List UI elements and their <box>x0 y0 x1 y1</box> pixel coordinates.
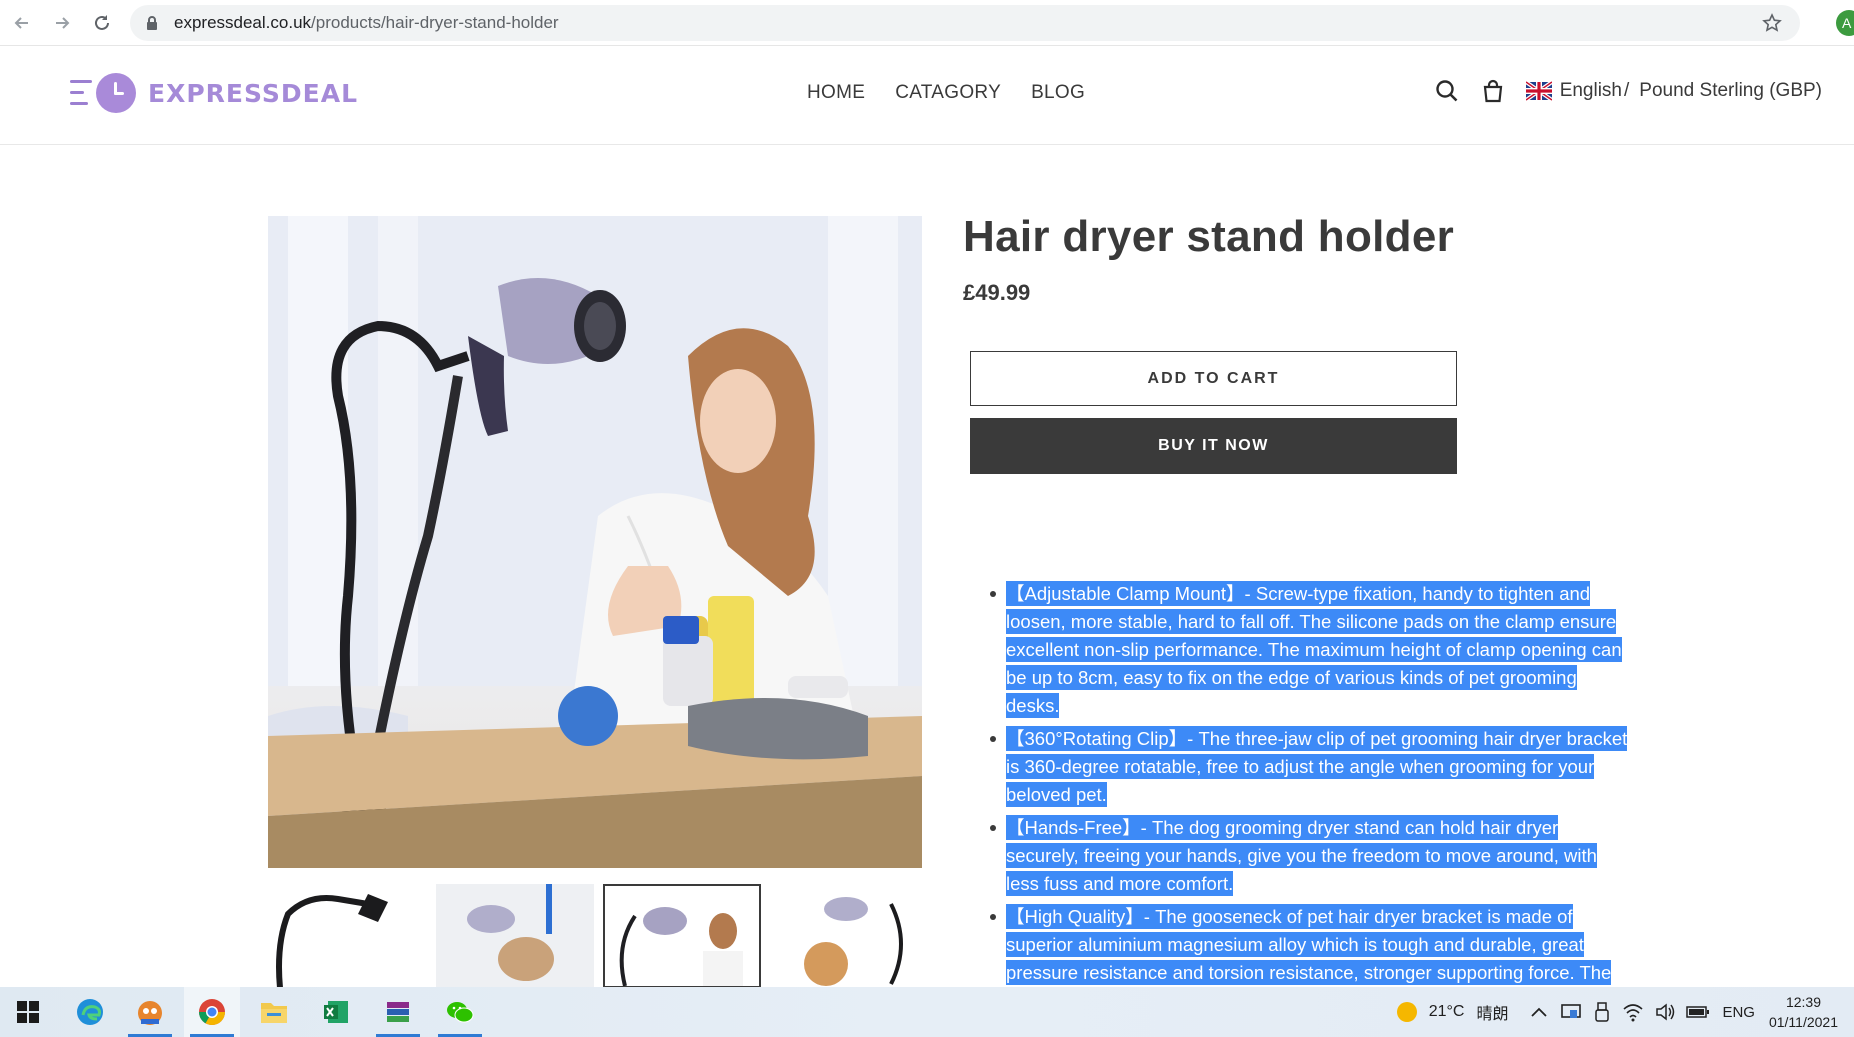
description-bullet-2: 【360°Rotating Clip】- The three-jaw clip … <box>1006 726 1628 807</box>
url-domain: expressdeal.co.uk <box>174 13 312 32</box>
weather-description[interactable]: 晴朗 <box>1476 1000 1508 1024</box>
battery-icon[interactable] <box>1686 1005 1710 1019</box>
currency-selector[interactable]: Pound Sterling (GBP) <box>1639 80 1822 102</box>
wechat-taskbar-icon[interactable] <box>432 987 488 1037</box>
reload-button[interactable] <box>82 3 122 43</box>
clock-date: 01/11/2021 <box>1768 1014 1838 1030</box>
header-utilities: English / Pound Sterling (GBP) <box>1434 78 1822 104</box>
thumbnail-1[interactable] <box>268 884 426 988</box>
language-separator: / <box>1624 80 1630 101</box>
description-bullet-1: 【Adjustable Clamp Mount】- Screw-type fix… <box>1006 581 1622 718</box>
description-bullet-4: 【High Quality】- The gooseneck of pet hai… <box>1006 904 1612 985</box>
edge-icon <box>77 999 103 1025</box>
thumbnail-image <box>804 897 903 986</box>
game-app-taskbar-icon[interactable] <box>122 987 178 1037</box>
nav-item-category[interactable]: CATAGORY <box>895 82 1001 104</box>
arrow-left-icon <box>14 16 28 29</box>
forward-button[interactable] <box>42 3 82 43</box>
list-item: 【360°Rotating Clip】- The three-jaw clip … <box>990 725 1630 809</box>
product-description-list: 【Adjustable Clamp Mount】- Screw-type fix… <box>990 580 1630 992</box>
folder-icon <box>261 1003 287 1023</box>
thumbnail-image <box>276 894 388 988</box>
nav-item-blog[interactable]: BLOG <box>1031 82 1085 104</box>
product-title: Hair dryer stand holder <box>963 212 1455 261</box>
usb-device-icon[interactable] <box>1594 1001 1610 1023</box>
windows-logo-icon <box>17 1001 39 1023</box>
bookmark-star-icon[interactable] <box>1762 13 1782 33</box>
chrome-taskbar-icon[interactable] <box>184 987 240 1037</box>
product-main-image[interactable] <box>268 216 922 868</box>
logo-lines-icon <box>70 75 92 111</box>
back-button[interactable] <box>2 3 42 43</box>
add-to-cart-button[interactable]: ADD TO CART <box>970 351 1457 406</box>
uk-flag-icon <box>1525 80 1552 102</box>
weather-temperature[interactable]: 21°C <box>1429 1003 1465 1021</box>
chevron-up-icon[interactable] <box>1530 1005 1548 1019</box>
arrow-right-icon <box>56 16 70 29</box>
archive-icon <box>387 1002 409 1022</box>
display-icon[interactable] <box>1560 1002 1582 1022</box>
thumbnail-strip <box>268 884 929 988</box>
sun-weather-icon <box>1396 1002 1417 1022</box>
thumbnail-4[interactable] <box>771 884 929 988</box>
address-bar[interactable]: expressdeal.co.uk/products/hair-dryer-st… <box>130 5 1800 41</box>
list-item: 【Hands-Free】- The dog grooming dryer sta… <box>990 814 1630 898</box>
thumbnail-image <box>436 884 594 988</box>
profile-avatar[interactable]: A <box>1836 10 1854 36</box>
winrar-taskbar-icon[interactable] <box>370 987 426 1037</box>
cartoon-app-icon <box>138 1001 162 1025</box>
language-selector[interactable]: English <box>1560 80 1622 102</box>
logo-text: EXPRESSDEAL <box>148 78 358 108</box>
nav-item-home[interactable]: HOME <box>807 82 865 104</box>
wechat-icon <box>447 1002 474 1023</box>
browser-toolbar: expressdeal.co.uk/products/hair-dryer-st… <box>0 0 1854 46</box>
product-photo <box>268 216 922 868</box>
site-logo[interactable]: EXPRESSDEAL <box>70 73 358 113</box>
volume-icon[interactable] <box>1654 1002 1676 1022</box>
cart-bag-icon[interactable] <box>1480 78 1506 104</box>
thumbnail-2[interactable] <box>436 884 594 988</box>
search-icon[interactable] <box>1434 78 1460 104</box>
thumbnail-3[interactable] <box>603 884 761 988</box>
input-language[interactable]: ENG <box>1722 1004 1755 1021</box>
excel-taskbar-icon[interactable] <box>308 987 364 1037</box>
clock-icon <box>96 73 136 113</box>
list-item: 【High Quality】- The gooseneck of pet hai… <box>990 903 1630 987</box>
site-header: EXPRESSDEAL HOME CATAGORY BLOG English /… <box>0 46 1854 145</box>
taskbar-clock[interactable]: 12:39 01/11/2021 <box>1769 992 1838 1032</box>
buy-it-now-button[interactable]: BUY IT NOW <box>970 418 1457 474</box>
main-nav: HOME CATAGORY BLOG <box>807 82 1085 104</box>
system-tray: 21°C 晴朗 ENG 12:39 01/11/2021 <box>1395 987 1854 1037</box>
file-explorer-taskbar-icon[interactable] <box>246 987 302 1037</box>
excel-icon <box>324 1001 348 1023</box>
clock-time: 12:39 <box>1785 994 1821 1010</box>
edge-taskbar-icon[interactable] <box>62 987 118 1037</box>
start-button[interactable] <box>0 987 56 1037</box>
description-bullet-3: 【Hands-Free】- The dog grooming dryer sta… <box>1006 815 1597 896</box>
list-item: 【Adjustable Clamp Mount】- Screw-type fix… <box>990 580 1630 720</box>
lock-icon <box>147 16 157 30</box>
reload-icon <box>95 14 109 30</box>
thumbnail-image <box>619 907 743 986</box>
wifi-icon[interactable] <box>1622 1002 1644 1022</box>
url-path: /products/hair-dryer-stand-holder <box>311 13 559 32</box>
windows-taskbar: 21°C 晴朗 ENG 12:39 01/11/2021 <box>0 987 1854 1037</box>
chrome-icon <box>198 999 226 1026</box>
product-price: £49.99 <box>963 280 1031 305</box>
